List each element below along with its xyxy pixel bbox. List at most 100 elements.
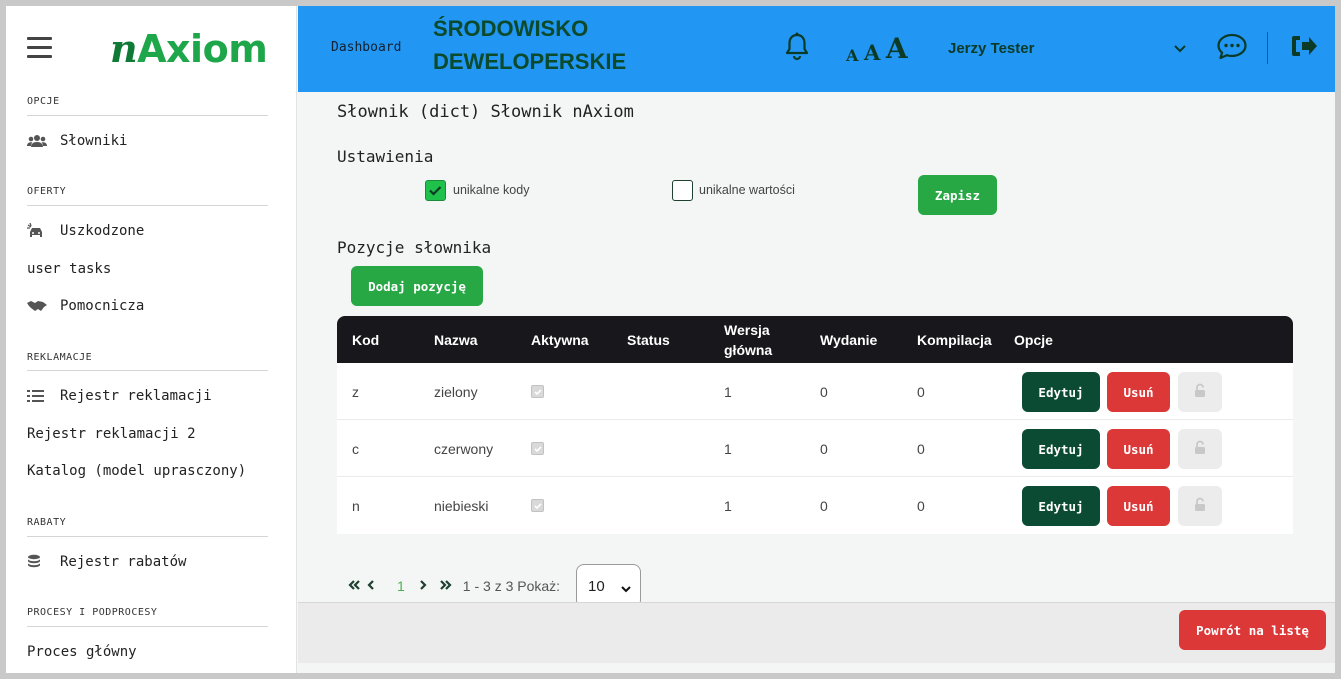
cell-nazwa: czerwony bbox=[434, 440, 494, 457]
user-name[interactable]: Jerzy Tester bbox=[948, 40, 1034, 57]
settings-heading: Ustawienia bbox=[337, 147, 434, 166]
col-opcje: Opcje bbox=[1014, 331, 1053, 348]
unique-codes-label: unikalne kody bbox=[453, 183, 530, 197]
cell-wersja: 1 bbox=[724, 383, 732, 400]
font-small-button[interactable]: A bbox=[846, 46, 858, 65]
sidebar: nAxiom OPCJE Słowniki OFERTY Uszkodzone … bbox=[6, 6, 297, 673]
first-page-icon[interactable] bbox=[347, 578, 361, 594]
edit-button[interactable]: Edytuj bbox=[1022, 486, 1100, 526]
cell-aktywna bbox=[531, 420, 544, 477]
font-large-button[interactable]: A bbox=[886, 32, 908, 65]
list-icon bbox=[27, 389, 60, 403]
active-checkbox bbox=[531, 385, 544, 398]
sidebar-item-user-tasks[interactable]: user tasks bbox=[27, 261, 111, 277]
app-frame: nAxiom OPCJE Słowniki OFERTY Uszkodzone … bbox=[6, 6, 1335, 673]
lock-button[interactable] bbox=[1178, 429, 1222, 469]
section-label-oferty: OFERTY bbox=[27, 186, 67, 197]
cell-kod: z bbox=[352, 383, 359, 400]
save-button[interactable]: Zapisz bbox=[918, 175, 997, 215]
main-content: Słownik (dict) Słownik nAxiom Ustawienia… bbox=[298, 92, 1335, 673]
coins-icon bbox=[27, 554, 60, 570]
dictionary-table: Kod Nazwa Aktywna Status Wersja główna W… bbox=[337, 316, 1293, 534]
hamburger-menu-icon[interactable] bbox=[27, 37, 52, 59]
last-page-icon[interactable] bbox=[439, 578, 453, 594]
cell-aktywna bbox=[531, 363, 544, 420]
bell-icon[interactable] bbox=[784, 32, 810, 66]
chat-icon[interactable] bbox=[1216, 32, 1248, 64]
lock-button[interactable] bbox=[1178, 486, 1222, 526]
unique-values-checkbox[interactable] bbox=[672, 180, 693, 201]
sidebar-item-slowniki[interactable]: Słowniki bbox=[27, 133, 127, 149]
cell-nazwa: niebieski bbox=[434, 497, 489, 514]
cell-wersja: 1 bbox=[724, 497, 732, 514]
table-row: c czerwony 1 0 0 Edytuj Usuń bbox=[337, 420, 1293, 477]
lock-button[interactable] bbox=[1178, 372, 1222, 412]
back-to-list-button[interactable]: Powrót na listę bbox=[1179, 610, 1326, 650]
sidebar-item-proces-glowny[interactable]: Proces główny bbox=[27, 644, 137, 660]
cell-kompilacja: 0 bbox=[917, 440, 925, 457]
col-kod[interactable]: Kod bbox=[352, 316, 379, 363]
sidebar-item-rejestr-rabatow[interactable]: Rejestr rabatów bbox=[27, 554, 186, 570]
cell-kod: c bbox=[352, 440, 359, 457]
delete-button[interactable]: Usuń bbox=[1107, 372, 1170, 412]
cell-wersja: 1 bbox=[724, 440, 732, 457]
edit-button[interactable]: Edytuj bbox=[1022, 372, 1100, 412]
cell-wydanie: 0 bbox=[820, 383, 828, 400]
section-label-opcje: OPCJE bbox=[27, 96, 60, 107]
col-kompilacja[interactable]: Kompilacja bbox=[917, 316, 992, 363]
unique-codes-checkbox[interactable] bbox=[425, 180, 446, 201]
next-page-icon[interactable] bbox=[419, 578, 427, 594]
logout-icon[interactable] bbox=[1290, 34, 1318, 62]
sidebar-item-rejestr-reklamacji-2[interactable]: Rejestr reklamacji 2 bbox=[27, 426, 196, 442]
unlock-icon bbox=[1193, 497, 1207, 515]
table-row: z zielony 1 0 0 Edytuj Usuń bbox=[337, 363, 1293, 420]
sidebar-item-uszkodzone[interactable]: Uszkodzone bbox=[27, 223, 144, 239]
cell-aktywna bbox=[531, 477, 544, 534]
section-label-rabaty: RABATY bbox=[27, 517, 67, 528]
environment-title: ŚRODOWISKO DEWELOPERSKIE bbox=[433, 16, 627, 74]
prev-page-icon[interactable] bbox=[367, 578, 375, 594]
col-wersja-glowna[interactable]: Wersja główna bbox=[724, 316, 794, 363]
positions-heading: Pozycje słownika bbox=[337, 238, 492, 257]
edit-button[interactable]: Edytuj bbox=[1022, 429, 1100, 469]
sidebar-item-rejestr-reklamacji[interactable]: Rejestr reklamacji bbox=[27, 388, 212, 404]
add-position-button[interactable]: Dodaj pozycję bbox=[351, 266, 483, 306]
sidebar-item-pomocnicza[interactable]: Pomocnicza bbox=[27, 298, 144, 314]
handshake-icon bbox=[27, 299, 60, 313]
users-icon bbox=[27, 134, 60, 148]
dashboard-link[interactable]: Dashboard bbox=[331, 40, 401, 55]
col-wydanie[interactable]: Wydanie bbox=[820, 316, 877, 363]
cell-wydanie: 0 bbox=[820, 497, 828, 514]
cell-kompilacja: 0 bbox=[917, 497, 925, 514]
delete-button[interactable]: Usuń bbox=[1107, 486, 1170, 526]
car-crash-icon bbox=[27, 223, 60, 239]
unlock-icon bbox=[1193, 383, 1207, 401]
sidebar-item-katalog[interactable]: Katalog (model uprasczony) bbox=[27, 463, 246, 479]
pager-summary: 1 - 3 z 3 Pokaż: bbox=[462, 578, 561, 594]
page-number-current[interactable]: 1 bbox=[397, 578, 405, 594]
unlock-icon bbox=[1193, 440, 1207, 458]
chevron-down-icon bbox=[620, 581, 632, 598]
cell-kod: n bbox=[352, 497, 360, 514]
table-row: n niebieski 1 0 0 Edytuj Usuń bbox=[337, 477, 1293, 534]
font-medium-button[interactable]: A bbox=[864, 40, 880, 65]
font-size-switcher: A A A bbox=[846, 32, 908, 65]
col-aktywna[interactable]: Aktywna bbox=[531, 316, 589, 363]
section-label-procesy: PROCESY I PODPROCESY bbox=[27, 607, 158, 618]
footer-bar: Powrót na listę bbox=[298, 602, 1335, 663]
active-checkbox bbox=[531, 499, 544, 512]
top-header: Dashboard ŚRODOWISKO DEWELOPERSKIE A A A… bbox=[298, 6, 1335, 92]
chevron-down-icon[interactable] bbox=[1173, 39, 1187, 58]
col-status[interactable]: Status bbox=[627, 316, 670, 363]
table-header: Kod Nazwa Aktywna Status Wersja główna W… bbox=[337, 316, 1293, 363]
cell-kompilacja: 0 bbox=[917, 383, 925, 400]
col-nazwa[interactable]: Nazwa bbox=[434, 316, 478, 363]
section-label-reklamacje: REKLAMACJE bbox=[27, 352, 93, 363]
page-title: Słownik (dict) Słownik nAxiom bbox=[337, 102, 634, 122]
active-checkbox bbox=[531, 442, 544, 455]
delete-button[interactable]: Usuń bbox=[1107, 429, 1170, 469]
logo[interactable]: nAxiom bbox=[110, 26, 268, 71]
cell-nazwa: zielony bbox=[434, 383, 478, 400]
unique-values-label: unikalne wartości bbox=[699, 183, 795, 197]
cell-wydanie: 0 bbox=[820, 440, 828, 457]
